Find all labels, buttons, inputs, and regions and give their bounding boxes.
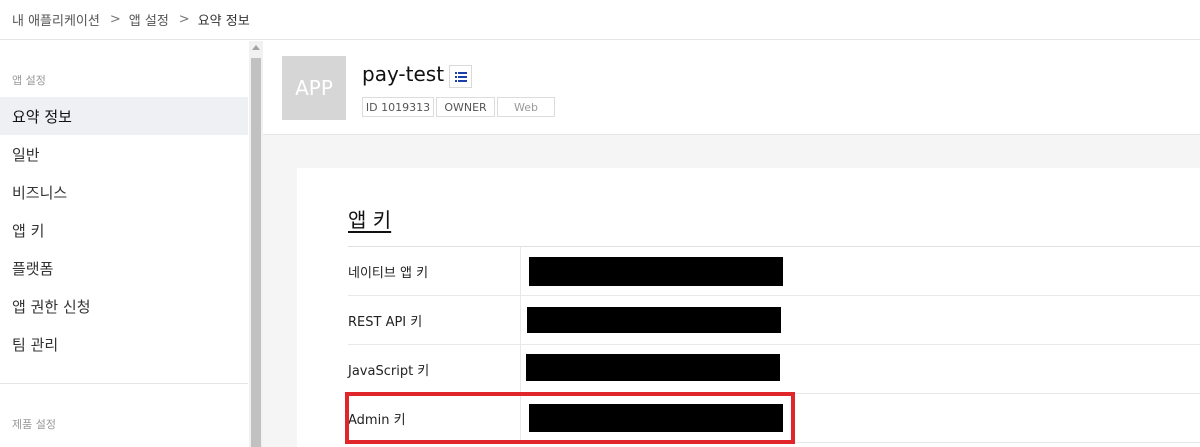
list-icon <box>454 71 467 82</box>
sidebar-item-app-keys[interactable]: 앱 키 <box>0 211 248 249</box>
app-keys-panel: 앱 키 네이티브 앱 키 REST API 키 JavaScript 키 Adm… <box>297 168 1200 447</box>
key-row-native: 네이티브 앱 키 <box>348 247 1200 296</box>
key-label-admin: Admin 키 <box>348 394 521 442</box>
admin-key-value-redacted <box>529 404 783 432</box>
key-label-native: 네이티브 앱 키 <box>348 247 521 295</box>
sidebar-item-permission-request[interactable]: 앱 권한 신청 <box>0 287 248 325</box>
key-row-javascript: JavaScript 키 <box>348 345 1200 394</box>
sidebar: 앱 설정 요약 정보 일반 비즈니스 앱 키 플랫폼 앱 권한 신청 팀 관리 … <box>0 41 249 447</box>
sidebar-item-general[interactable]: 일반 <box>0 135 248 173</box>
breadcrumb-separator: > <box>178 12 190 27</box>
scrollbar-thumb[interactable] <box>251 58 261 447</box>
key-label-javascript: JavaScript 키 <box>348 345 521 393</box>
app-header: APP pay-test ID 1019313 OWNER Web <box>263 41 1200 135</box>
key-label-rest-api: REST API 키 <box>348 296 521 344</box>
javascript-key-value-redacted <box>526 354 780 381</box>
app-platform-badge: Web <box>497 97 555 117</box>
rest-api-key-value-redacted <box>527 307 781 333</box>
scroll-up-arrow-icon[interactable] <box>252 45 260 50</box>
app-keys-title: 앱 키 <box>348 208 392 232</box>
breadcrumb-separator: > <box>109 12 121 27</box>
sidebar-divider <box>0 383 248 384</box>
sidebar-item-business[interactable]: 비즈니스 <box>0 173 248 211</box>
app-role-badge: OWNER <box>436 97 495 117</box>
sidebar-section-app-settings: 앱 설정 <box>12 74 46 87</box>
native-app-key-value-redacted <box>529 257 783 286</box>
app-id-badge: ID 1019313 <box>362 97 434 117</box>
sidebar-item-platform[interactable]: 플랫폼 <box>0 249 248 287</box>
sidebar-item-summary[interactable]: 요약 정보 <box>0 97 248 135</box>
app-tags: ID 1019313 OWNER Web <box>362 97 557 117</box>
sidebar-item-team[interactable]: 팀 관리 <box>0 325 248 363</box>
sidebar-scrollbar[interactable] <box>249 41 263 447</box>
app-keys-table: 네이티브 앱 키 REST API 키 JavaScript 키 Admin 키 <box>348 246 1200 443</box>
key-row-admin: Admin 키 <box>348 394 1200 443</box>
app-name: pay-test <box>362 62 445 86</box>
app-thumbnail: APP <box>282 56 346 120</box>
breadcrumb-app-settings[interactable]: 앱 설정 <box>129 10 169 29</box>
breadcrumb-my-applications[interactable]: 내 애플리케이션 <box>12 10 100 29</box>
breadcrumb-summary: 요약 정보 <box>197 14 250 29</box>
app-list-button[interactable] <box>449 65 472 88</box>
main-content: APP pay-test ID 1019313 OWNER Web 앱 키 네이… <box>263 41 1200 447</box>
sidebar-section-product-settings: 제품 설정 <box>12 418 56 431</box>
key-row-rest-api: REST API 키 <box>348 296 1200 345</box>
breadcrumb: 내 애플리케이션 > 앱 설정 > 요약 정보 <box>0 0 1200 40</box>
